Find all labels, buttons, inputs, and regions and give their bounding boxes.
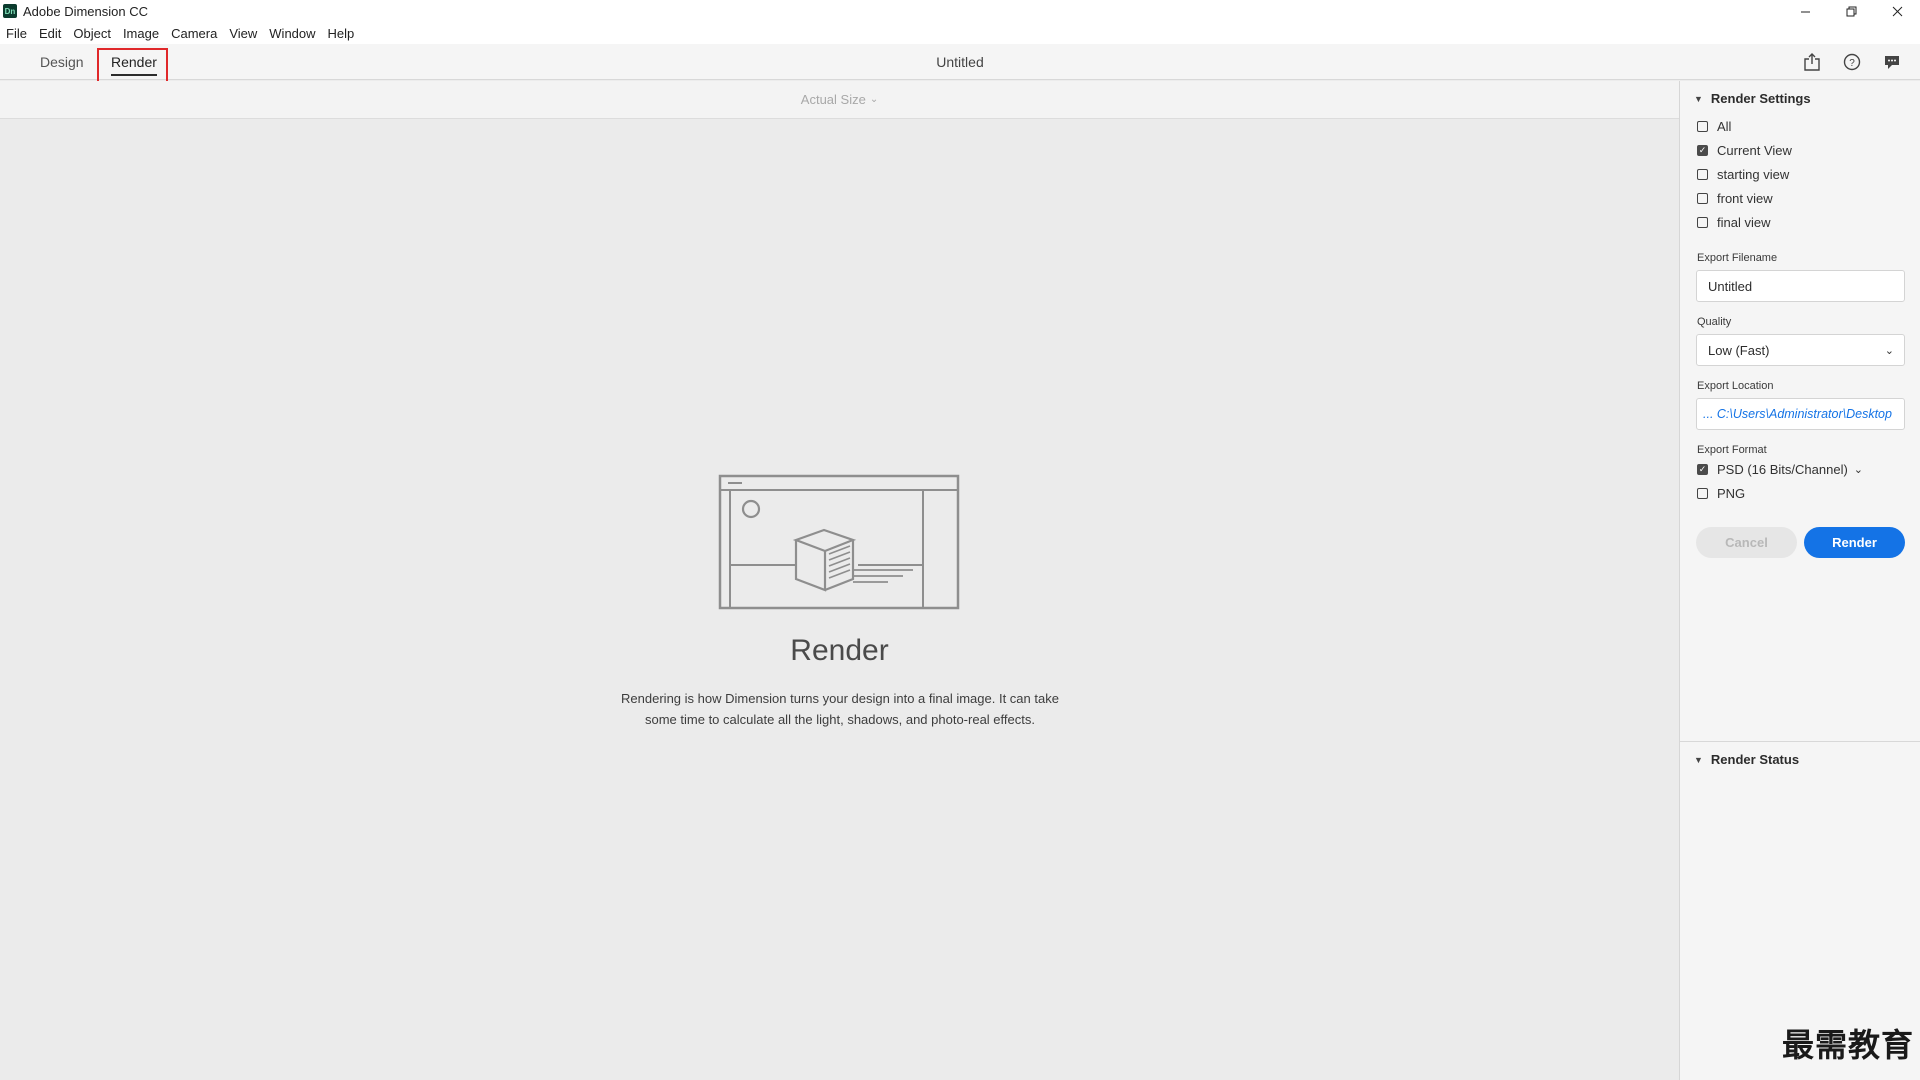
zoom-selector[interactable]: Actual Size	[801, 92, 866, 107]
menu-view[interactable]: View	[229, 26, 257, 41]
chevron-down-icon[interactable]: ⌄	[1854, 463, 1863, 476]
export-filename-field[interactable]: Untitled	[1696, 270, 1905, 302]
menu-edit[interactable]: Edit	[39, 26, 61, 41]
chevron-down-icon: ▼	[1694, 93, 1703, 104]
document-title: Untitled	[936, 54, 984, 70]
chevron-down-icon: ⌄	[1884, 344, 1894, 357]
quality-label: Quality	[1697, 316, 1732, 328]
render-settings-panel: ▼ Render Settings All ✓ Current View sta…	[1679, 81, 1920, 1080]
render-button[interactable]: Render	[1804, 527, 1905, 558]
view-checkbox-final-view[interactable]: final view	[1697, 215, 1770, 230]
restore-button[interactable]	[1828, 0, 1874, 22]
export-location-value: ... C:\Users\Administrator\Desktop	[1703, 407, 1892, 421]
menu-file[interactable]: File	[6, 26, 27, 41]
menu-window[interactable]: Window	[269, 26, 315, 41]
menu-object[interactable]: Object	[73, 26, 111, 41]
panel-divider	[1680, 741, 1920, 742]
menu-help[interactable]: Help	[328, 26, 355, 41]
view-label: final view	[1717, 215, 1771, 230]
minimize-button[interactable]	[1782, 0, 1828, 22]
feedback-button[interactable]	[1872, 44, 1912, 80]
render-description: Rendering is how Dimension turns your de…	[621, 691, 1059, 727]
zoom-bar: Actual Size ⌄	[0, 81, 1679, 119]
chevron-down-icon: ⌄	[869, 94, 879, 105]
render-status-header[interactable]: ▼ Render Status	[1694, 752, 1799, 767]
checkbox-icon	[1697, 169, 1708, 180]
view-checkbox-all[interactable]: All	[1697, 119, 1731, 134]
export-location-label: Export Location	[1697, 380, 1774, 392]
quality-select[interactable]: Low (Fast) ⌄	[1696, 334, 1905, 366]
window-controls	[1782, 0, 1920, 22]
view-checkbox-current-view[interactable]: ✓ Current View	[1697, 143, 1792, 158]
checkbox-checked-icon: ✓	[1697, 464, 1708, 475]
watermark: 最需教育	[1781, 1026, 1914, 1064]
tab-design[interactable]: Design	[40, 44, 84, 80]
close-button[interactable]	[1874, 0, 1920, 22]
export-format-label: Export Format	[1697, 444, 1767, 456]
title-bar: Dn Adobe Dimension CC	[0, 0, 1920, 22]
feedback-icon	[1885, 56, 1899, 69]
format-checkbox-psd[interactable]: ✓ PSD (16 Bits/Channel) ⌄	[1697, 462, 1863, 477]
render-canvas: Actual Size ⌄ Render Rendering is how Di…	[0, 81, 1679, 1080]
chevron-down-icon: ▼	[1694, 754, 1703, 765]
render-status-title: Render Status	[1710, 752, 1800, 767]
view-label: front view	[1717, 191, 1773, 206]
checkbox-icon	[1697, 217, 1708, 228]
format-label: PNG	[1717, 486, 1746, 501]
share-icon	[1804, 53, 1820, 71]
render-illustration	[718, 474, 960, 610]
app-logo: Dn	[3, 4, 17, 18]
menu-camera[interactable]: Camera	[171, 26, 217, 41]
export-filename-value: Untitled	[1708, 278, 1753, 294]
share-button[interactable]	[1792, 44, 1832, 80]
view-label: Current View	[1717, 143, 1792, 158]
close-icon	[1892, 6, 1902, 16]
view-checkbox-front-view[interactable]: front view	[1697, 191, 1773, 206]
checkbox-icon	[1697, 488, 1708, 499]
app-title: Adobe Dimension CC	[23, 3, 149, 19]
header-icons: ?	[1792, 44, 1912, 80]
format-label: PSD (16 Bits/Channel)	[1717, 462, 1848, 477]
format-checkbox-png[interactable]: PNG	[1697, 486, 1745, 501]
cancel-button[interactable]: Cancel	[1696, 527, 1797, 558]
quality-value: Low (Fast)	[1708, 342, 1770, 358]
render-settings-header[interactable]: ▼ Render Settings	[1694, 91, 1811, 106]
render-settings-title: Render Settings	[1710, 91, 1811, 106]
restore-icon	[1846, 6, 1856, 16]
minimize-icon	[1800, 11, 1810, 12]
help-button[interactable]: ?	[1832, 44, 1872, 80]
header-bar: Untitled Design Render ?	[0, 44, 1920, 80]
view-checkbox-starting-view[interactable]: starting view	[1697, 167, 1789, 182]
checkbox-icon	[1697, 121, 1708, 132]
help-icon: ?	[1843, 53, 1861, 71]
export-filename-label: Export Filename	[1697, 252, 1778, 264]
render-heading: Render	[790, 634, 889, 667]
svg-text:?: ?	[1849, 58, 1855, 69]
view-label: starting view	[1717, 167, 1790, 182]
export-location-field[interactable]: ... C:\Users\Administrator\Desktop	[1696, 398, 1905, 430]
checkbox-checked-icon: ✓	[1697, 145, 1708, 156]
view-label: All	[1717, 119, 1732, 134]
menu-bar: File Edit Object Image Camera View Windo…	[0, 22, 1920, 44]
checkbox-icon	[1697, 193, 1708, 204]
menu-image[interactable]: Image	[123, 26, 159, 41]
